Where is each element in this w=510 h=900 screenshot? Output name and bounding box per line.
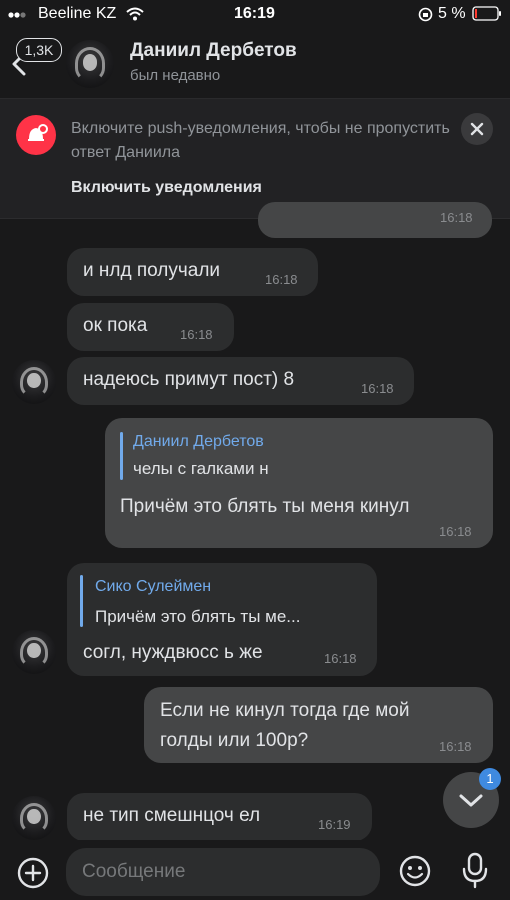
last-seen-status: был недавно — [130, 67, 221, 84]
reply-text: Причём это блять ты ме... — [95, 607, 301, 626]
message-text: Причём это блять ты меня кинул — [120, 496, 410, 517]
message-bubble-incoming[interactable]: и нлд получали 16:18 — [67, 248, 318, 296]
message-text: ок пока — [83, 315, 148, 336]
reply-indicator — [80, 575, 83, 627]
battery-icon — [472, 6, 501, 21]
sender-avatar[interactable] — [12, 630, 56, 674]
signal-icon — [8, 12, 30, 18]
notification-bell-icon — [16, 115, 56, 155]
message-text: надеюсь примут пост) 8 — [83, 369, 295, 390]
sender-avatar[interactable] — [12, 796, 56, 840]
avatar[interactable] — [66, 40, 114, 88]
reply-indicator — [120, 432, 123, 480]
message-time: 16:18 — [265, 272, 298, 287]
orientation-lock-icon — [418, 7, 433, 22]
message-bubble-outgoing[interactable]: Даниил Дербетов челы с галками н Причём … — [105, 418, 493, 548]
message-time: 16:18 — [439, 524, 472, 539]
emoji-icon[interactable] — [398, 854, 432, 888]
message-input-placeholder: Сообщение — [82, 861, 186, 882]
message-text-line2: голды или 100р? — [160, 730, 309, 751]
attach-plus-icon[interactable] — [16, 856, 50, 890]
message-time: 16:19 — [318, 817, 351, 832]
message-time: 16:18 — [180, 327, 213, 342]
status-bar: Beeline KZ 16:19 5 % — [0, 0, 510, 30]
enable-notifications-button[interactable]: Включить уведомления — [71, 179, 262, 197]
message-bubble-incoming[interactable]: надеюсь примут пост) 8 16:18 — [67, 357, 414, 405]
chat-title[interactable]: Даниил Дербетов — [130, 40, 297, 62]
message-time: 16:18 — [324, 651, 357, 666]
reply-text: челы с галками н — [133, 459, 269, 478]
back-unread-count[interactable]: 1,3K — [16, 38, 62, 62]
message-text: согл, нуждвюсс ь же — [83, 642, 263, 663]
close-icon — [470, 122, 484, 136]
message-bubble-outgoing[interactable]: Если не кинул тогда где мой голды или 10… — [144, 687, 493, 763]
reply-author: Сико Сулеймен — [95, 578, 212, 595]
chat-header: 1,3K Даниил Дербетов был недавно — [0, 30, 510, 99]
push-notification-banner: Включите push-уведомления, чтобы не проп… — [0, 99, 510, 219]
push-banner-text: Включите push-уведомления, чтобы не проп… — [71, 120, 450, 161]
message-bubble-incoming[interactable]: Сико Сулеймен Причём это блять ты ме... … — [67, 563, 377, 676]
message-time: 16:18 — [440, 210, 473, 225]
close-banner-button[interactable] — [461, 113, 493, 145]
message-time: 16:18 — [361, 381, 394, 396]
message-text-line1: Если не кинул тогда где мой — [160, 700, 410, 721]
message-text: не тип смешнцоч ел — [83, 805, 261, 826]
battery-percent: 5 % — [438, 5, 466, 22]
message-bubble-incoming[interactable]: не тип смешнцоч ел 16:19 — [67, 793, 372, 841]
message-bubble-outgoing[interactable]: 16:18 — [258, 202, 492, 238]
carrier-name: Beeline KZ — [38, 5, 117, 22]
message-time: 16:18 — [439, 739, 472, 754]
unread-badge: 1 — [479, 768, 501, 790]
sender-avatar[interactable] — [12, 360, 56, 404]
message-input[interactable]: Сообщение — [66, 848, 380, 896]
clock: 16:19 — [234, 5, 275, 22]
message-text: и нлд получали — [83, 260, 221, 281]
microphone-icon[interactable] — [461, 852, 489, 890]
message-composer: Сообщение — [0, 840, 510, 900]
reply-author: Даниил Дербетов — [133, 433, 264, 450]
message-bubble-incoming[interactable]: ок пока 16:18 — [67, 303, 234, 351]
wifi-icon — [126, 7, 144, 21]
